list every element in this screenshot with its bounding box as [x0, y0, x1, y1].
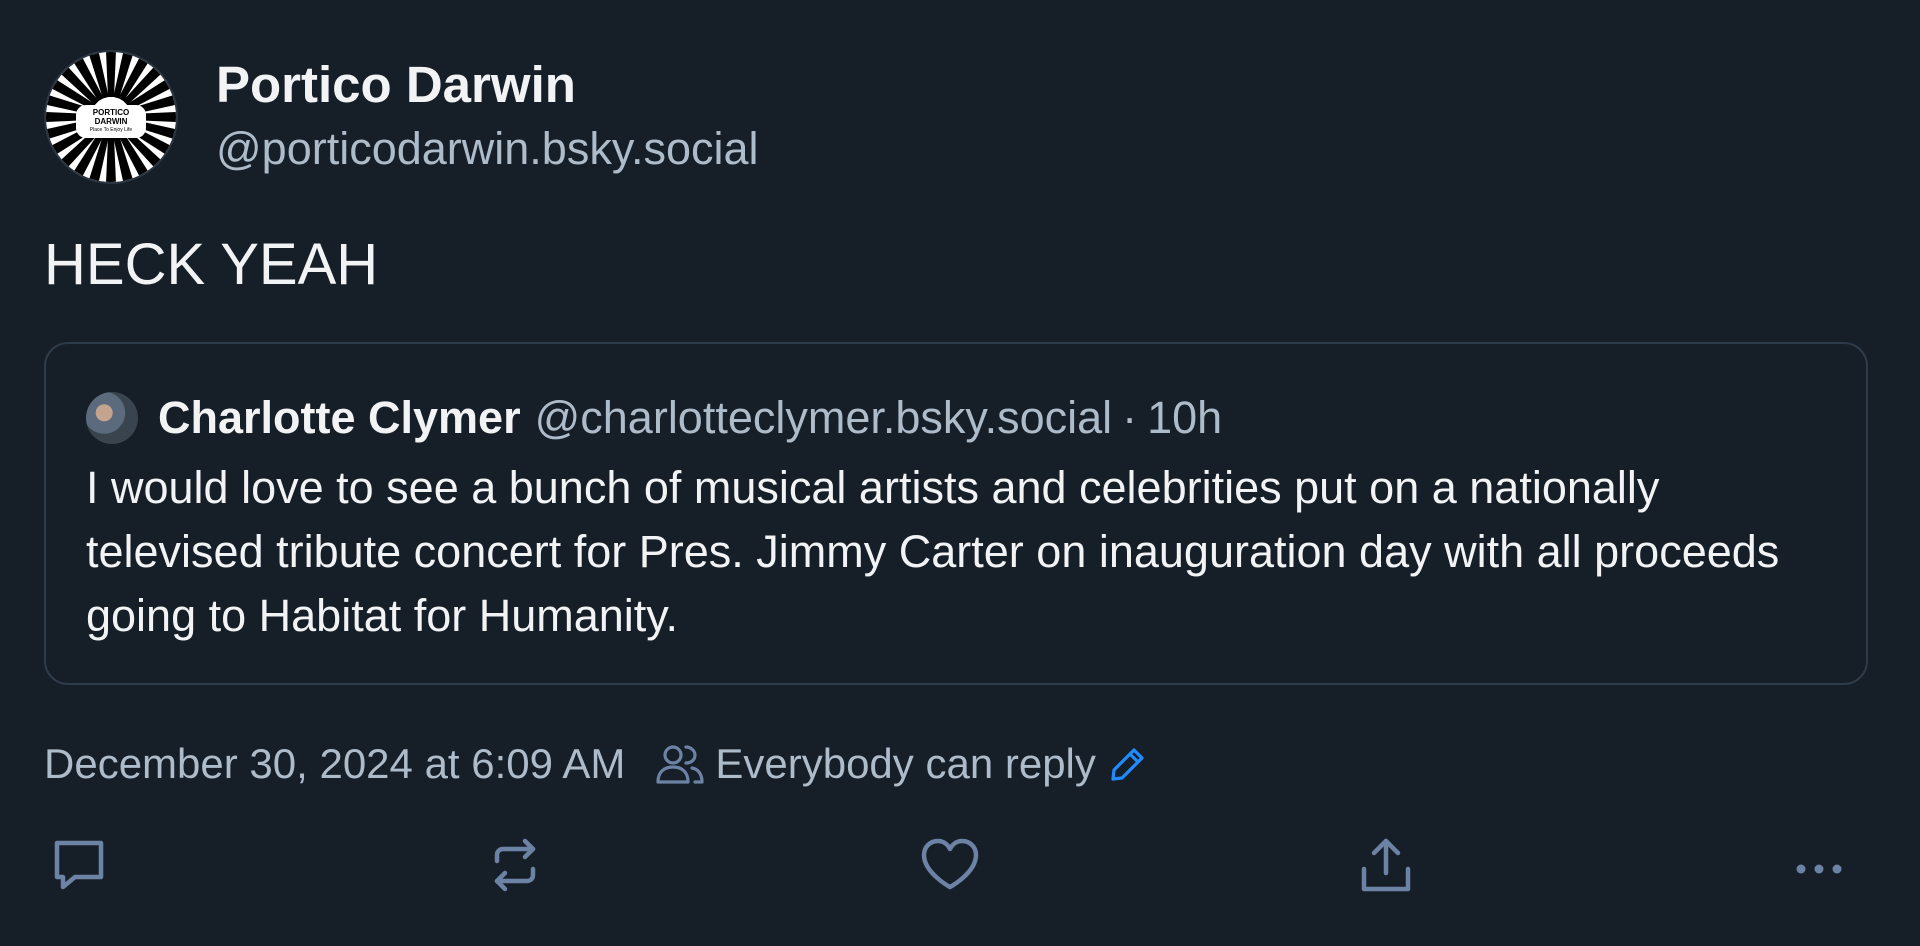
post-meta: December 30, 2024 at 6:09 AM Everybody c…	[44, 736, 1148, 792]
reply-button[interactable]	[44, 830, 114, 900]
quoted-separator-dot: ·	[1122, 392, 1138, 443]
share-button[interactable]	[1351, 830, 1421, 900]
avatar-logo-text: PORTICO DARWIN Place To Enjoy Life	[76, 105, 146, 138]
repost-button[interactable]	[480, 830, 550, 900]
pencil-icon[interactable]	[1108, 744, 1148, 784]
more-horizontal-icon	[1796, 864, 1842, 874]
reply-settings-label: Everybody can reply	[715, 740, 1096, 787]
avatar-logo-subtitle: Place To Enjoy Life	[89, 127, 133, 133]
post-text: HECK YEAH	[44, 232, 379, 297]
heart-icon	[921, 838, 979, 890]
author-avatar[interactable]: PORTICO DARWIN Place To Enjoy Life	[44, 50, 178, 184]
repost-icon	[494, 838, 536, 892]
author-names: Portico Darwin @porticodarwin.bsky.socia…	[216, 54, 759, 180]
quoted-post-text: I would love to see a bunch of musical a…	[86, 462, 1780, 641]
quoted-author-avatar[interactable]	[86, 392, 138, 444]
quoted-author-handle[interactable]: @charlotteclymer.bsky.social	[535, 390, 1113, 446]
post-thread-item: PORTICO DARWIN Place To Enjoy Life Porti…	[0, 0, 1920, 946]
post-author: PORTICO DARWIN Place To Enjoy Life Porti…	[44, 50, 759, 184]
reply-bubble-icon	[54, 840, 104, 890]
people-icon	[656, 745, 704, 784]
post-controls	[0, 830, 1920, 910]
author-handle[interactable]: @porticodarwin.bsky.social	[216, 118, 759, 180]
post-timestamp[interactable]: December 30, 2024 at 6:09 AM	[44, 736, 625, 792]
quoted-post-header: Charlotte Clymer @charlotteclymer.bsky.s…	[86, 390, 1222, 446]
quoted-post-time[interactable]: 10h	[1147, 390, 1222, 446]
share-icon	[1361, 838, 1411, 892]
reply-settings[interactable]: Everybody can reply	[655, 736, 1148, 792]
avatar-logo-title: PORTICO DARWIN	[92, 108, 130, 126]
quoted-post[interactable]: Charlotte Clymer @charlotteclymer.bsky.s…	[44, 342, 1868, 685]
more-options-button[interactable]	[1784, 830, 1854, 900]
author-display-name[interactable]: Portico Darwin	[216, 54, 759, 116]
quoted-author-display-name[interactable]: Charlotte Clymer	[158, 390, 521, 446]
like-button[interactable]	[915, 830, 985, 900]
